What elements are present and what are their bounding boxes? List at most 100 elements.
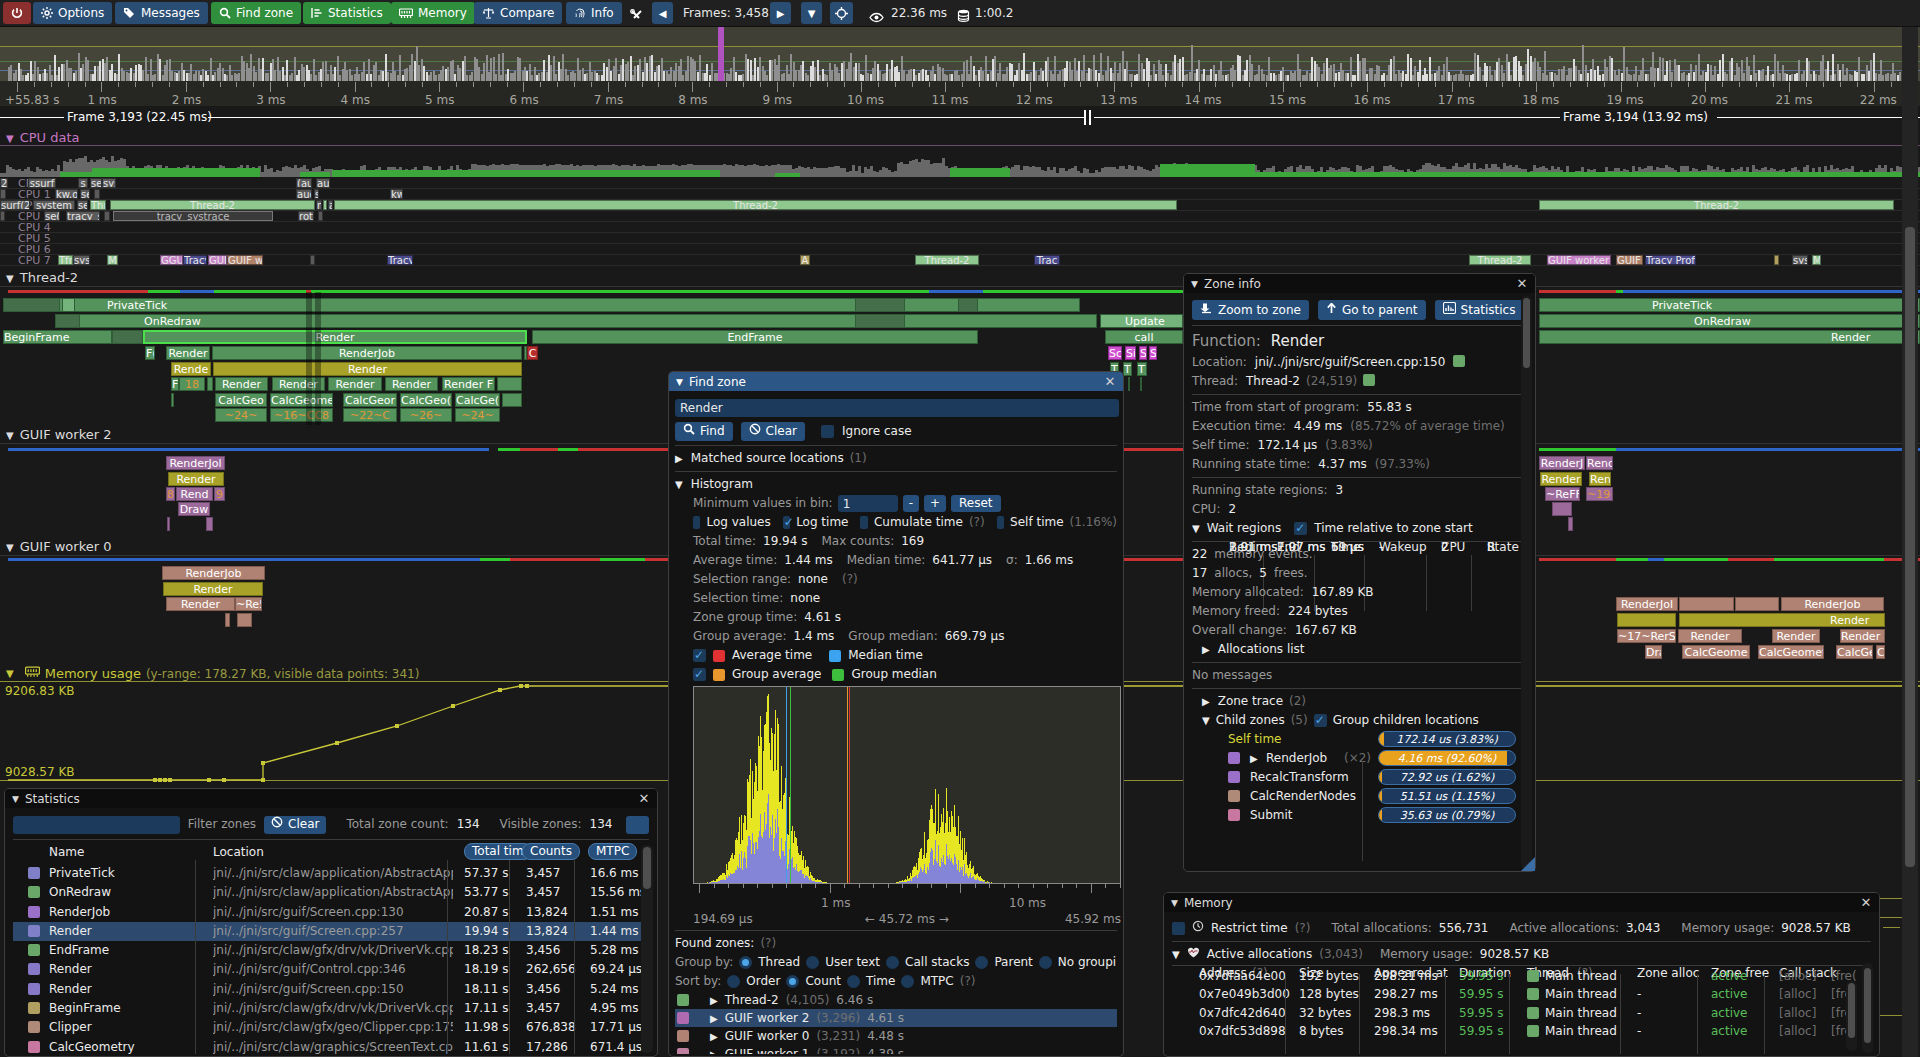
cpu-zone[interactable]: M	[107, 255, 118, 265]
zone-render[interactable]: Render	[215, 377, 268, 391]
cpu-zone[interactable]: a	[328, 200, 333, 210]
cpu-zone[interactable]: kw	[390, 189, 403, 199]
cpu-zone[interactable]: Thread-2	[915, 255, 979, 265]
cpu-zone[interactable]: s	[78, 178, 88, 188]
cpu-zone[interactable]	[94, 189, 100, 199]
cpu-zone[interactable]: Thread-2	[1539, 200, 1894, 210]
child-zone-row[interactable]: ▶RenderJob(×2)4.16 ms (92.60%)	[1192, 749, 1527, 768]
thread-header[interactable]: ▼Thread-2	[6, 270, 78, 285]
cpu-row-5[interactable]: CPU 5	[0, 233, 1920, 244]
cpu-zone[interactable]: (au	[296, 178, 312, 188]
zone-calcgeome[interactable]: CalcGeome	[270, 393, 333, 407]
cpu-zone[interactable]	[0, 189, 6, 199]
go-to-parent-button[interactable]: Go to parent	[1318, 300, 1426, 320]
zone-unnamed[interactable]	[497, 377, 522, 391]
cpu-row-4[interactable]: CPU 4	[0, 222, 1920, 233]
statistics-button[interactable]: Statistics	[1435, 300, 1524, 320]
memory-panel-close-button[interactable]: ✕	[1859, 896, 1873, 910]
zone-dra[interactable]: Dra	[1645, 645, 1662, 659]
cpu-zone[interactable]	[0, 211, 5, 221]
zone-unnamed[interactable]	[207, 377, 213, 391]
cpu-zone[interactable]: surf(2g(	[0, 200, 30, 210]
find-zone-search-input[interactable]	[675, 399, 1119, 417]
zone-unnamed[interactable]	[855, 298, 905, 312]
zone-8[interactable]: 8	[166, 487, 175, 501]
frame-labels-row[interactable]: Frame 3,193 (22.45 ms)Frame 3,194 (13.92…	[0, 106, 1920, 126]
find-button[interactable]: Find	[675, 422, 733, 441]
find-zone-panel-close-button[interactable]: ✕	[1103, 375, 1117, 389]
min-values-input[interactable]	[838, 495, 898, 512]
zone--24-[interactable]: ~24~	[215, 408, 267, 422]
cpu-row-0[interactable]: CPU 02ssurfssesyst(auau	[0, 178, 1920, 189]
cpu-zone[interactable]: Tfr	[58, 255, 73, 265]
zone-t-[interactable]: T)	[1123, 362, 1132, 376]
sort-mtpc[interactable]: MTPC	[588, 843, 637, 860]
cpu-row-6[interactable]: CPU 6	[0, 244, 1920, 255]
zone--26-[interactable]: ~26~	[400, 408, 452, 422]
zone-calcgeome[interactable]: CalcGeome	[1682, 645, 1750, 659]
zone-privatetick[interactable]	[1539, 298, 1920, 312]
cpu-data-header-row[interactable]: ▼CPU data	[6, 130, 80, 145]
zone-18[interactable]: 18	[179, 377, 205, 391]
zone-render[interactable]: Render	[1540, 472, 1582, 486]
cpu-zone[interactable]: se(	[44, 211, 60, 221]
zone-f[interactable]: F	[171, 377, 179, 391]
zone-ren[interactable]: Ren	[1589, 472, 1611, 486]
stats-row-clipper[interactable]: Clipperjni/../jni/src/claw/gfx/geo/Clipp…	[13, 1018, 649, 1037]
cpu-zone[interactable]: au	[316, 178, 330, 188]
cpu-zone[interactable]: auc	[296, 189, 312, 199]
stats-row-render[interactable]: Renderjni/../jni/src/guif/Control.cpp:34…	[13, 960, 649, 979]
zone-calcgeo[interactable]: CalcGeo	[215, 393, 267, 407]
zone--17-rers[interactable]: ~17~RerS	[1617, 629, 1676, 643]
zone-unnamed[interactable]	[62, 298, 75, 312]
zone-unnamed[interactable]	[1140, 377, 1142, 391]
zone--re5[interactable]: ~Re5	[235, 597, 262, 611]
cpu-zone[interactable]: GUIF worker 2	[1547, 255, 1611, 265]
cpu-zone[interactable]: tracy_sysn	[66, 211, 100, 221]
zone-unnamed[interactable]	[167, 517, 170, 531]
allocation-row[interactable]: 0x7dfaa64e00192 bytes298.21 ms59.95 sMai…	[1172, 967, 1871, 985]
cpu-zone[interactable]	[310, 255, 315, 265]
zone-renderjob[interactable]: RenderJob	[162, 566, 265, 580]
cpu-zone[interactable]: Trac	[1034, 255, 1060, 265]
stats-row-render[interactable]: Renderjni/../jni/src/guif/Screen.cpp:257…	[13, 922, 649, 941]
zone-f-[interactable]: F(	[145, 346, 155, 360]
zone-s[interactable]: S	[1149, 346, 1157, 360]
zone-endframe[interactable]: EndFrame	[532, 330, 978, 344]
zone-calcgeomet[interactable]: CalcGeomet	[1758, 645, 1824, 659]
cpu-zone[interactable]: tracy_systrace	[113, 211, 273, 221]
zone-unnamed[interactable]	[1617, 613, 1676, 627]
cpu-row-3[interactable]: CPU 3se(tracy_sysntracy_systracerot_d	[0, 211, 1920, 222]
cpu-zone[interactable]: syst	[102, 178, 116, 188]
cpu-zone[interactable]: system	[33, 200, 75, 210]
cpu-row-2[interactable]: CPU 2surf(2g(systemseThreThread-2m1aThre…	[0, 200, 1920, 211]
zone-unnamed[interactable]	[502, 393, 522, 407]
zone-render[interactable]: Render	[213, 362, 522, 376]
stats-row-onredraw[interactable]: OnRedrawjni/../jni/src/claw/application/…	[13, 883, 649, 902]
stats-row-render[interactable]: Renderjni/../jni/src/guif/Screen.cpp:150…	[13, 980, 649, 999]
histogram-chart[interactable]	[693, 686, 1121, 884]
zone-renderjol[interactable]: RenderJol	[166, 456, 225, 470]
zone--reff[interactable]: ~ReFF	[1545, 487, 1580, 501]
zone-c[interactable]: C	[1876, 645, 1885, 659]
cpu-zone[interactable]: GUIF w	[1616, 255, 1643, 265]
zone-unnamed[interactable]	[55, 314, 80, 328]
stats-row-calcgeometry[interactable]: CalcGeometryjni/../jni/src/claw/graphics…	[13, 1038, 649, 1054]
zone-renderjob[interactable]: RenderJob	[1781, 597, 1884, 611]
zone-render[interactable]: Render	[1772, 629, 1820, 643]
zone-calcgeor[interactable]: CalcGeor	[343, 393, 397, 407]
allocation-row[interactable]: 0x7e049b3d00128 bytes298.27 ms59.95 sMai…	[1172, 985, 1871, 1003]
cpu-zone[interactable]: m	[316, 200, 322, 210]
child-zones-toggle[interactable]: ▼Child zones(5)Group children locations	[1192, 711, 1527, 730]
zone-9[interactable]: 9	[214, 487, 225, 501]
cpu-zone[interactable]: kw.gm	[55, 189, 78, 199]
zone-info-panel-close-button[interactable]: ✕	[1515, 277, 1529, 291]
zone-sc[interactable]: Sc	[1108, 346, 1122, 360]
cpu-zone[interactable]: Tracy S	[387, 255, 413, 265]
zone-render-r[interactable]: Render R	[1840, 629, 1885, 643]
zone-unnamed[interactable]	[225, 613, 230, 627]
zone-render-f[interactable]: Render F	[442, 377, 495, 391]
cpu-zone[interactable]	[318, 211, 323, 221]
zone-trace-toggle[interactable]: ▶Zone trace(2)	[1192, 692, 1527, 711]
filter-input[interactable]	[13, 816, 180, 834]
